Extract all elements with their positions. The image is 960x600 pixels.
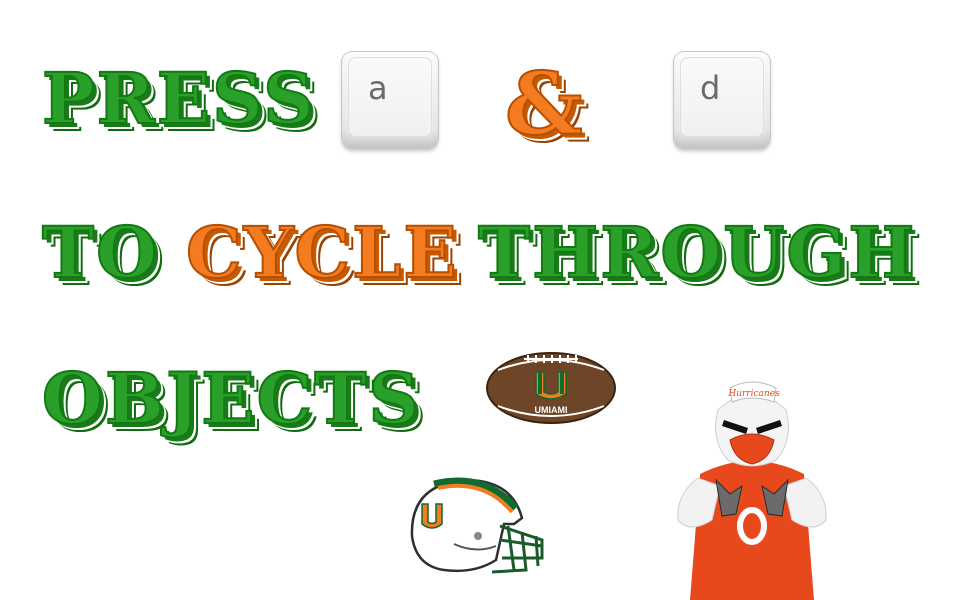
- title-line-3: OBJECTS: [41, 357, 421, 440]
- word-objects: OBJECTS: [41, 357, 421, 440]
- key-a[interactable]: a: [342, 52, 438, 148]
- word-press: PRESS: [41, 57, 316, 140]
- title-line-2: TO: [41, 211, 160, 294]
- key-a-label: a: [368, 69, 388, 107]
- word-to: TO: [41, 211, 160, 294]
- mascot-object[interactable]: Hurricanes: [672, 374, 832, 600]
- football-text: UMIAMI: [535, 405, 568, 415]
- ampersand: &: [504, 54, 584, 155]
- title-line-1: PRESS: [41, 57, 316, 140]
- helmet-object[interactable]: [404, 474, 546, 582]
- mascot-hat-text: Hurricanes: [727, 389, 780, 399]
- word-through: THROUGH: [477, 211, 917, 294]
- word-cycle: CYCLE: [185, 211, 459, 294]
- key-d[interactable]: d: [674, 52, 770, 148]
- key-d-label: d: [700, 69, 721, 107]
- football-object[interactable]: UMIAMI: [484, 350, 618, 426]
